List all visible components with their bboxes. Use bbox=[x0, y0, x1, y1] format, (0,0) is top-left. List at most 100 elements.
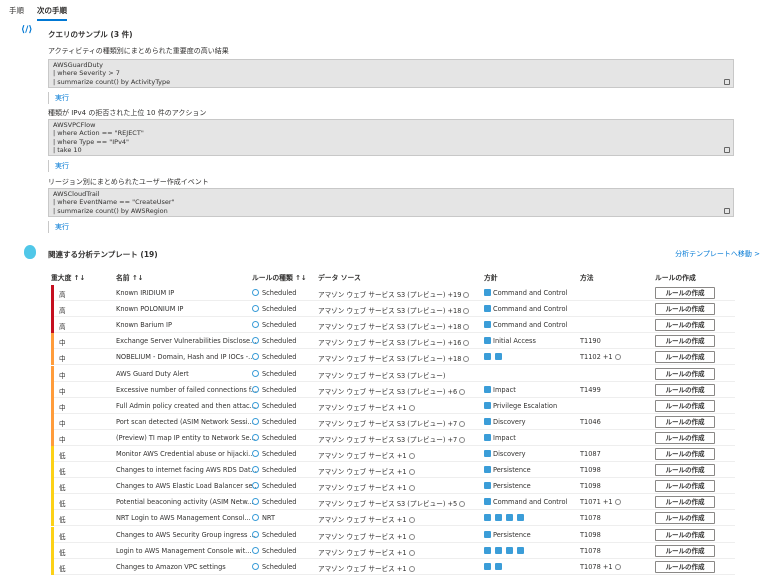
copy-icon[interactable] bbox=[724, 78, 730, 85]
tab-steps[interactable]: 手順 bbox=[9, 5, 24, 16]
info-icon[interactable] bbox=[463, 324, 470, 331]
create-rule-button[interactable]: ルールの作成 bbox=[655, 303, 715, 316]
severity-indicator bbox=[51, 413, 54, 430]
template-name[interactable]: NOBELIUM - Domain, Hash and IP IOCs -... bbox=[116, 353, 254, 361]
table-row[interactable]: 中 Port scan detected (ASIM Network Sessi… bbox=[51, 413, 735, 430]
tactic-label: Privilege Escalation bbox=[493, 401, 558, 410]
run-query-button[interactable]: 実行 bbox=[48, 160, 69, 172]
create-rule-button[interactable]: ルールの作成 bbox=[655, 496, 715, 509]
create-rule-button[interactable]: ルールの作成 bbox=[655, 415, 715, 428]
table-row[interactable]: 中 NOBELIUM - Domain, Hash and IP IOCs -.… bbox=[51, 349, 735, 366]
template-name[interactable]: Changes to Amazon VPC settings bbox=[116, 563, 226, 571]
template-name[interactable]: Excessive number of failed connections f… bbox=[116, 386, 257, 394]
info-icon[interactable] bbox=[408, 565, 415, 572]
info-icon[interactable] bbox=[459, 501, 466, 508]
info-icon[interactable] bbox=[614, 499, 621, 506]
table-row[interactable]: 低 Login to AWS Management Console wit...… bbox=[51, 542, 735, 559]
create-rule-button[interactable]: ルールの作成 bbox=[655, 544, 715, 557]
info-icon[interactable] bbox=[408, 453, 415, 459]
template-name[interactable]: Changes to AWS Elastic Load Balancer se.… bbox=[116, 482, 259, 490]
template-name[interactable]: Changes to AWS Security Group ingress ..… bbox=[116, 531, 256, 539]
info-icon[interactable] bbox=[459, 388, 466, 395]
table-row[interactable]: 低 Potential beaconing activity (ASIM Net… bbox=[51, 494, 735, 511]
info-icon[interactable] bbox=[408, 485, 415, 492]
info-icon[interactable] bbox=[459, 420, 466, 427]
table-row[interactable]: 中 (Preview) TI map IP entity to Network … bbox=[51, 429, 735, 446]
template-name[interactable]: Full Admin policy created and then attac… bbox=[116, 402, 256, 410]
table-row[interactable]: 低 Changes to AWS Security Group ingress … bbox=[51, 526, 735, 543]
create-rule-button[interactable]: ルールの作成 bbox=[655, 480, 715, 493]
copy-icon[interactable] bbox=[724, 207, 730, 214]
template-name[interactable]: Exchange Server Vulnerabilities Disclose… bbox=[116, 337, 256, 345]
info-icon[interactable] bbox=[408, 517, 415, 524]
info-icon[interactable] bbox=[463, 340, 470, 347]
template-name[interactable]: Known POLONIUM IP bbox=[116, 305, 183, 313]
info-icon[interactable] bbox=[463, 292, 470, 298]
info-icon[interactable] bbox=[614, 354, 621, 361]
template-name[interactable]: Login to AWS Management Console wit... bbox=[116, 547, 251, 555]
go-to-templates-link[interactable]: 分析テンプレートへ移動 > bbox=[675, 249, 760, 259]
table-row[interactable]: 低 Changes to internet facing AWS RDS Dat… bbox=[51, 462, 735, 479]
tactic-icon bbox=[484, 289, 491, 296]
table-row[interactable]: 低 Changes to Amazon VPC settings Schedul… bbox=[51, 558, 735, 575]
template-name[interactable]: Potential beaconing activity (ASIM Netw.… bbox=[116, 498, 253, 506]
info-icon[interactable] bbox=[408, 404, 415, 411]
create-rule-button[interactable]: ルールの作成 bbox=[655, 464, 715, 477]
template-name[interactable]: Monitor AWS Credential abuse or hijacki.… bbox=[116, 450, 254, 458]
table-row[interactable]: 高 Known IRIDIUM IP Scheduled アマゾン ウェブ サー… bbox=[51, 285, 735, 301]
copy-icon[interactable] bbox=[724, 147, 730, 154]
info-icon[interactable] bbox=[408, 549, 415, 556]
create-rule-button[interactable]: ルールの作成 bbox=[655, 512, 715, 525]
create-rule-button[interactable]: ルールの作成 bbox=[655, 560, 715, 573]
tab-next-steps[interactable]: 次の手順 bbox=[37, 5, 67, 21]
header-name[interactable]: 名前 ↑↓ bbox=[116, 272, 143, 282]
table-row[interactable]: 中 Exchange Server Vulnerabilities Disclo… bbox=[51, 333, 735, 350]
tactic-label: Discovery bbox=[493, 450, 526, 458]
severity-indicator bbox=[51, 446, 54, 462]
info-icon[interactable] bbox=[459, 436, 466, 443]
table-row[interactable]: 中 Full Admin policy created and then att… bbox=[51, 397, 735, 414]
create-rule-button[interactable]: ルールの作成 bbox=[655, 335, 715, 348]
rule-type: Scheduled bbox=[262, 289, 297, 297]
header-rule-type[interactable]: ルールの種類 ↑↓ bbox=[252, 272, 307, 282]
table-row[interactable]: 高 Known POLONIUM IP Scheduled アマゾン ウェブ サ… bbox=[51, 301, 735, 318]
create-rule-button[interactable]: ルールの作成 bbox=[655, 528, 715, 541]
template-name[interactable]: Changes to internet facing AWS RDS Dat..… bbox=[116, 466, 257, 474]
create-rule-button[interactable]: ルールの作成 bbox=[655, 448, 715, 460]
severity-indicator bbox=[51, 333, 54, 350]
info-icon[interactable] bbox=[408, 469, 415, 476]
table-row[interactable]: 低 Monitor AWS Credential abuse or hijack… bbox=[51, 446, 735, 462]
run-query-button[interactable]: 実行 bbox=[48, 92, 69, 104]
create-rule-button[interactable]: ルールの作成 bbox=[655, 431, 715, 444]
tactic-icon bbox=[484, 337, 491, 345]
rule-type: Scheduled bbox=[262, 498, 297, 507]
info-icon[interactable] bbox=[463, 308, 470, 315]
create-rule-button[interactable]: ルールの作成 bbox=[655, 399, 715, 412]
template-name[interactable]: (Preview) TI map IP entity to Network Se… bbox=[116, 434, 256, 442]
info-icon[interactable] bbox=[463, 356, 470, 363]
info-icon[interactable] bbox=[614, 563, 621, 570]
nrt-icon bbox=[252, 514, 259, 522]
create-rule-button[interactable]: ルールの作成 bbox=[655, 319, 715, 332]
create-rule-button[interactable]: ルールの作成 bbox=[655, 287, 715, 299]
table-row[interactable]: 中 AWS Guard Duty Alert Scheduled アマゾン ウェ… bbox=[51, 365, 735, 382]
table-row[interactable]: 高 Known Barium IP Scheduled アマゾン ウェブ サービ… bbox=[51, 317, 735, 334]
query-code-box[interactable]: AWSCloudTrail | where EventName == "Creat… bbox=[48, 188, 734, 217]
template-name[interactable]: Port scan detected (ASIM Network Sessi..… bbox=[116, 418, 254, 426]
create-rule-button[interactable]: ルールの作成 bbox=[655, 367, 715, 380]
table-row[interactable]: 低 Changes to AWS Elastic Load Balancer s… bbox=[51, 478, 735, 495]
create-rule-button[interactable]: ルールの作成 bbox=[655, 383, 715, 396]
create-rule-button[interactable]: ルールの作成 bbox=[655, 351, 715, 364]
info-icon[interactable] bbox=[408, 533, 415, 540]
table-row[interactable]: 中 Excessive number of failed connections… bbox=[51, 381, 735, 398]
header-severity[interactable]: 重大度 ↑↓ bbox=[51, 272, 85, 282]
query-code-box[interactable]: AWSVPCFlow | where Action == "REJECT" | wh… bbox=[48, 119, 734, 157]
template-name[interactable]: Known Barium IP bbox=[116, 321, 172, 329]
template-name[interactable]: NRT Login to AWS Management Consol... bbox=[116, 514, 251, 522]
query-code-box[interactable]: AWSGuardDuty | where Severity > 7 | summar… bbox=[48, 59, 734, 88]
template-name[interactable]: Known IRIDIUM IP bbox=[116, 289, 174, 297]
run-query-button[interactable]: 実行 bbox=[48, 221, 69, 233]
template-name[interactable]: AWS Guard Duty Alert bbox=[116, 370, 189, 378]
table-row[interactable]: 低 NRT Login to AWS Management Consol... … bbox=[51, 510, 735, 527]
header-data-source: データ ソース bbox=[318, 274, 361, 282]
